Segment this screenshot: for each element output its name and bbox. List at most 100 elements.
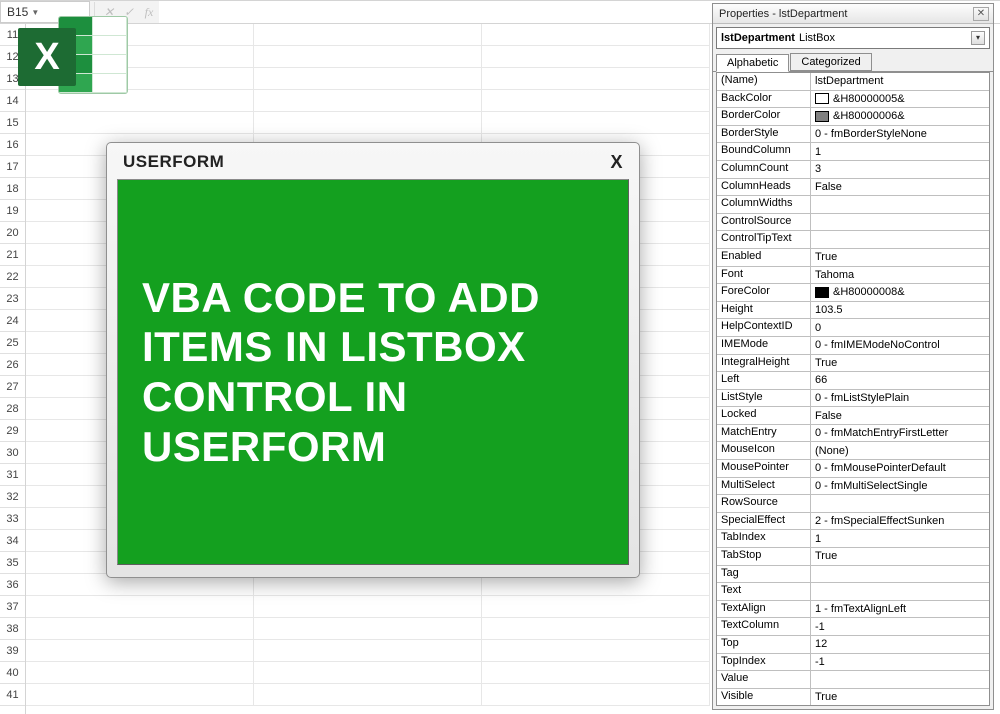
property-row[interactable]: TabStopTrue (717, 548, 989, 566)
property-row[interactable]: (Name)lstDepartment (717, 73, 989, 91)
cell[interactable] (482, 112, 710, 134)
row-header[interactable]: 22 (0, 266, 25, 288)
close-icon[interactable]: X (610, 152, 623, 173)
row-header[interactable]: 18 (0, 178, 25, 200)
property-row[interactable]: RowSource (717, 495, 989, 513)
row-header[interactable]: 15 (0, 112, 25, 134)
cell[interactable] (482, 46, 710, 68)
row-header[interactable]: 31 (0, 464, 25, 486)
property-value[interactable]: &H80000005& (811, 91, 989, 108)
row-header[interactable]: 34 (0, 530, 25, 552)
cell[interactable] (482, 662, 710, 684)
cell[interactable] (482, 596, 710, 618)
property-value[interactable]: 12 (811, 636, 989, 653)
row-header[interactable]: 33 (0, 508, 25, 530)
property-row[interactable]: BackColor&H80000005& (717, 91, 989, 109)
property-value[interactable]: &H80000008& (811, 284, 989, 301)
cell[interactable] (26, 596, 254, 618)
chevron-down-icon[interactable]: ▾ (971, 31, 985, 45)
property-value[interactable]: 103.5 (811, 302, 989, 319)
property-row[interactable]: SpecialEffect2 - fmSpecialEffectSunken (717, 513, 989, 531)
cell[interactable] (482, 618, 710, 640)
property-row[interactable]: FontTahoma (717, 267, 989, 285)
property-row[interactable]: ControlTipText (717, 231, 989, 249)
property-value[interactable]: -1 (811, 654, 989, 671)
property-row[interactable]: ListStyle0 - fmListStylePlain (717, 390, 989, 408)
property-value[interactable] (811, 231, 989, 248)
property-row[interactable]: TopIndex-1 (717, 654, 989, 672)
row-header[interactable]: 36 (0, 574, 25, 596)
property-value[interactable] (811, 583, 989, 600)
row-header[interactable]: 29 (0, 420, 25, 442)
property-row[interactable]: TextColumn-1 (717, 618, 989, 636)
row-header[interactable]: 39 (0, 640, 25, 662)
userform-window[interactable]: USERFORM X VBA CODE TO ADD ITEMS IN LIST… (106, 142, 640, 578)
cell[interactable] (482, 68, 710, 90)
property-row[interactable]: TabIndex1 (717, 530, 989, 548)
cell[interactable] (482, 640, 710, 662)
row-header[interactable]: 28 (0, 398, 25, 420)
properties-grid[interactable]: (Name)lstDepartmentBackColor&H80000005&B… (716, 72, 990, 706)
property-row[interactable]: Height103.5 (717, 302, 989, 320)
property-value[interactable]: &H80000006& (811, 108, 989, 125)
property-value[interactable]: 3 (811, 161, 989, 178)
cell[interactable] (254, 24, 482, 46)
cell[interactable] (254, 90, 482, 112)
row-header[interactable]: 17 (0, 156, 25, 178)
row-header[interactable]: 27 (0, 376, 25, 398)
cell[interactable] (26, 684, 254, 706)
row-header[interactable]: 25 (0, 332, 25, 354)
property-row[interactable]: MultiSelect0 - fmMultiSelectSingle (717, 478, 989, 496)
property-value[interactable]: 66 (811, 372, 989, 389)
row-header[interactable]: 20 (0, 222, 25, 244)
cell[interactable] (254, 68, 482, 90)
property-value[interactable]: True (811, 689, 989, 706)
property-row[interactable]: EnabledTrue (717, 249, 989, 267)
property-value[interactable]: lstDepartment (811, 73, 989, 90)
row-header[interactable]: 37 (0, 596, 25, 618)
tab-categorized[interactable]: Categorized (790, 53, 871, 71)
property-value[interactable] (811, 196, 989, 213)
property-value[interactable]: 0 (811, 319, 989, 336)
cell[interactable] (26, 618, 254, 640)
cell[interactable] (254, 640, 482, 662)
property-row[interactable]: MouseIcon(None) (717, 442, 989, 460)
properties-titlebar[interactable]: Properties - lstDepartment ✕ (713, 4, 993, 24)
property-row[interactable]: IntegralHeightTrue (717, 355, 989, 373)
property-value[interactable]: 1 (811, 530, 989, 547)
cell[interactable] (254, 596, 482, 618)
property-value[interactable]: 0 - fmMousePointerDefault (811, 460, 989, 477)
property-value[interactable]: True (811, 355, 989, 372)
property-row[interactable]: Value (717, 671, 989, 689)
object-selector[interactable]: lstDepartment ListBox ▾ (716, 27, 990, 49)
property-value[interactable]: False (811, 179, 989, 196)
property-value[interactable]: Tahoma (811, 267, 989, 284)
property-row[interactable]: Tag (717, 566, 989, 584)
row-header[interactable]: 35 (0, 552, 25, 574)
property-row[interactable]: ForeColor&H80000008& (717, 284, 989, 302)
property-row[interactable]: ColumnCount3 (717, 161, 989, 179)
property-row[interactable]: ControlSource (717, 214, 989, 232)
cell[interactable] (482, 684, 710, 706)
property-value[interactable]: (None) (811, 442, 989, 459)
property-row[interactable]: MousePointer0 - fmMousePointerDefault (717, 460, 989, 478)
property-row[interactable]: TextAlign1 - fmTextAlignLeft (717, 601, 989, 619)
cell[interactable] (26, 662, 254, 684)
property-row[interactable]: BoundColumn1 (717, 143, 989, 161)
property-value[interactable]: 2 - fmSpecialEffectSunken (811, 513, 989, 530)
cell[interactable] (254, 684, 482, 706)
cell[interactable] (482, 24, 710, 46)
property-row[interactable]: IMEMode0 - fmIMEModeNoControl (717, 337, 989, 355)
cell[interactable] (26, 112, 254, 134)
property-row[interactable]: VisibleTrue (717, 689, 989, 706)
cell[interactable] (254, 662, 482, 684)
property-row[interactable]: Left66 (717, 372, 989, 390)
row-header[interactable]: 38 (0, 618, 25, 640)
property-value[interactable] (811, 566, 989, 583)
property-value[interactable]: 0 - fmIMEModeNoControl (811, 337, 989, 354)
property-row[interactable]: HelpContextID0 (717, 319, 989, 337)
property-value[interactable]: -1 (811, 618, 989, 635)
row-header[interactable]: 30 (0, 442, 25, 464)
row-header[interactable]: 26 (0, 354, 25, 376)
row-header[interactable]: 23 (0, 288, 25, 310)
